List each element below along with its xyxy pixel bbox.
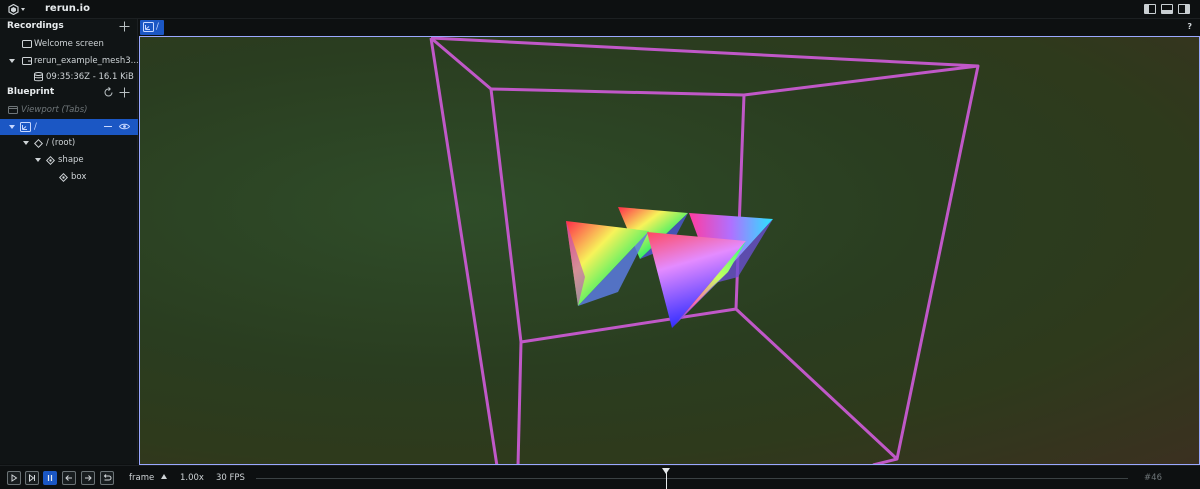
rerun-logo-icon <box>8 4 19 15</box>
bottom-panel-icon <box>1162 10 1172 13</box>
playback-speed[interactable]: 1.00x <box>180 473 204 483</box>
chevron-up-icon <box>160 474 167 479</box>
blueprint-viewport-item[interactable]: Viewport (Tabs) <box>0 102 138 118</box>
play-icon <box>11 474 18 482</box>
blueprint-shape-item[interactable]: shape <box>0 152 138 168</box>
arrow-right-icon <box>85 475 92 481</box>
blueprint-root-item[interactable]: / (root) <box>0 135 138 151</box>
toggle-left-panel-button[interactable] <box>1144 4 1156 14</box>
recording-label: Welcome screen <box>34 39 104 49</box>
app-title: rerun.io <box>45 3 90 14</box>
plus-icon <box>119 87 130 98</box>
left-panel-icon <box>1145 5 1149 13</box>
root-label: / (root) <box>46 138 76 148</box>
box-label: box <box>71 172 87 182</box>
box-edge <box>516 341 523 464</box>
recording-icon <box>22 40 32 48</box>
chevron-down-icon <box>21 8 25 11</box>
box-edge <box>429 37 499 464</box>
time-cursor-handle[interactable] <box>662 468 670 474</box>
chevron-down-icon[interactable] <box>23 141 29 145</box>
help-button[interactable]: ? <box>1187 22 1192 31</box>
reset-blueprint-button[interactable] <box>103 86 114 101</box>
timeline-selector[interactable]: frame <box>129 473 167 483</box>
blueprint-space-view-item[interactable]: / <box>0 119 138 135</box>
left-panel: Recordings Welcome screen rerun_example_… <box>0 19 139 464</box>
timeline-name: frame <box>129 473 155 483</box>
viewport-label: Viewport (Tabs) <box>21 105 88 115</box>
current-frame: #46 <box>1144 473 1162 483</box>
entity-icon <box>59 173 68 182</box>
timeline-track[interactable] <box>256 478 1128 479</box>
recording-label: rerun_example_mesh3... <box>34 56 139 66</box>
pause-icon <box>47 475 53 481</box>
recordings-title: Recordings <box>7 21 64 31</box>
step-forward-button[interactable] <box>81 471 95 485</box>
playback-fps[interactable]: 30 FPS <box>216 473 245 483</box>
viewport-icon <box>8 106 18 114</box>
recording-item-welcome[interactable]: Welcome screen <box>0 36 138 52</box>
top-bar: rerun.io <box>0 0 1200 19</box>
spatial-view-icon <box>20 122 31 132</box>
chevron-down-icon[interactable] <box>9 125 15 129</box>
app-menu-button[interactable] <box>8 3 28 16</box>
database-icon <box>34 72 43 82</box>
toggle-right-panel-button[interactable] <box>1178 4 1190 14</box>
loop-button[interactable] <box>100 471 114 485</box>
right-panel-icon <box>1185 5 1189 13</box>
chevron-down-icon[interactable] <box>35 158 41 162</box>
recording-icon <box>22 57 32 65</box>
add-recording-button[interactable] <box>119 20 130 35</box>
recording-store-item[interactable]: 09:35:36Z - 16.1 KiB <box>0 69 138 85</box>
group-icon <box>34 139 43 148</box>
shape-label: shape <box>58 155 84 165</box>
tab-bar: / ? <box>138 19 1200 36</box>
pause-button[interactable] <box>43 471 57 485</box>
blueprint-title: Blueprint <box>7 87 55 97</box>
box-edge <box>734 307 899 461</box>
recording-item-mesh3d[interactable]: rerun_example_mesh3... <box>0 53 139 69</box>
entity-icon <box>46 156 55 165</box>
tetrahedron-front-left <box>566 221 649 306</box>
time-panel: frame 1.00x 30 FPS #46 <box>0 465 1200 489</box>
hide-button[interactable] <box>104 126 112 127</box>
chevron-down-icon[interactable] <box>9 59 15 63</box>
recording-store-label: 09:35:36Z - 16.1 KiB <box>46 72 134 82</box>
step-back-button[interactable] <box>62 471 76 485</box>
spatial-view-icon <box>143 22 154 32</box>
follow-button[interactable] <box>25 471 39 485</box>
plus-icon <box>119 21 130 32</box>
eye-icon[interactable] <box>119 123 130 130</box>
mesh-tetrahedra <box>566 207 773 328</box>
arrow-left-icon <box>65 475 72 481</box>
add-space-view-button[interactable] <box>119 86 130 101</box>
tab-label: / <box>156 22 159 32</box>
box-edge <box>743 64 979 97</box>
blueprint-header: Blueprint <box>0 85 138 101</box>
blueprint-box-item[interactable]: box <box>0 169 138 185</box>
loop-icon <box>103 474 112 481</box>
play-button[interactable] <box>7 471 21 485</box>
reset-icon <box>104 86 113 97</box>
spatial-3d-viewport[interactable] <box>139 36 1200 465</box>
step-forward-icon <box>29 474 35 482</box>
scene-3d <box>429 37 980 464</box>
toggle-bottom-panel-button[interactable] <box>1161 4 1173 14</box>
box-edge <box>430 37 492 91</box>
space-view-label: / <box>34 122 37 132</box>
recordings-header: Recordings <box>0 19 138 35</box>
tab-space-view-root[interactable]: / <box>140 20 164 35</box>
